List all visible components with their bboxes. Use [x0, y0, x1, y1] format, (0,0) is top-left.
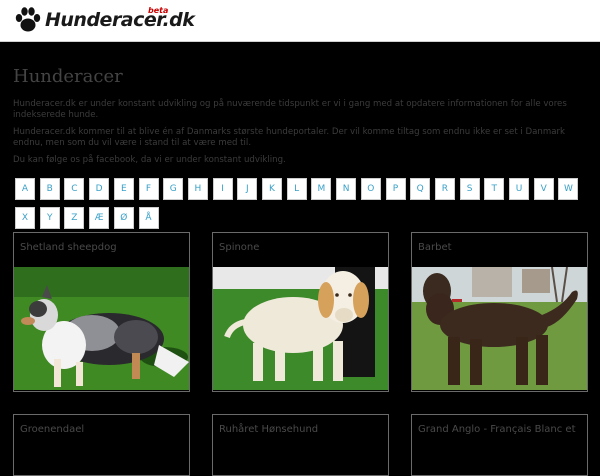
- letter-link-i[interactable]: I: [212, 178, 233, 200]
- letter-link-m[interactable]: M: [311, 178, 332, 200]
- site-logo[interactable]: Hunderacer.dk: [45, 9, 195, 31]
- letter-link-k[interactable]: K: [262, 178, 282, 200]
- letter-link-w[interactable]: W: [558, 178, 579, 200]
- breed-photo[interactable]: [213, 267, 388, 390]
- breed-card-shetland-sheepdog[interactable]: Shetland sheepdog: [13, 232, 190, 392]
- letter-link-r[interactable]: R: [434, 178, 455, 200]
- breed-name[interactable]: Groenendael: [20, 424, 84, 435]
- top-bar: Hunderacer.dk beta: [0, 0, 600, 42]
- breed-name[interactable]: Ruhåret Hønsehund: [219, 424, 318, 435]
- letter-link-g[interactable]: G: [163, 178, 184, 200]
- breed-card-spinone[interactable]: Spinone: [212, 232, 389, 392]
- letter-link-d[interactable]: D: [89, 178, 110, 200]
- intro-paragraph-2: Hunderacer.dk kommer til at blive én af …: [13, 127, 566, 148]
- letter-link-h[interactable]: H: [187, 178, 208, 200]
- letter-link-b[interactable]: B: [39, 178, 60, 200]
- letter-link-a[interactable]: A: [15, 178, 35, 200]
- paw-icon: [15, 7, 41, 32]
- breed-card-barbet[interactable]: Barbet: [411, 232, 588, 392]
- letter-link-t[interactable]: T: [484, 178, 505, 200]
- breed-name[interactable]: Grand Anglo - Français Blanc et: [418, 424, 576, 435]
- letter-link-l[interactable]: L: [286, 178, 307, 200]
- letter-link-z[interactable]: Z: [64, 207, 85, 229]
- letter-link-c[interactable]: C: [64, 178, 85, 200]
- letter-link-o[interactable]: O: [360, 178, 381, 200]
- breed-photo[interactable]: [14, 267, 189, 390]
- beta-badge: beta: [148, 6, 169, 15]
- intro-paragraph-1: Hunderacer.dk er under konstant udviklin…: [13, 99, 567, 120]
- letter-link-n[interactable]: N: [336, 178, 357, 200]
- breed-card-grand-anglo-francais[interactable]: Grand Anglo - Français Blanc et: [411, 414, 588, 476]
- letter-link-p[interactable]: P: [385, 178, 406, 200]
- letter-link-oe[interactable]: Ø: [113, 207, 134, 229]
- letter-link-u[interactable]: U: [509, 178, 529, 200]
- letter-link-x[interactable]: X: [15, 207, 35, 229]
- letter-link-ae[interactable]: Æ: [89, 207, 110, 229]
- letter-link-aa[interactable]: Å: [138, 207, 159, 229]
- breed-card-ruharet-honsehund[interactable]: Ruhåret Hønsehund: [212, 414, 389, 476]
- letter-link-e[interactable]: E: [113, 178, 134, 200]
- letter-link-v[interactable]: V: [533, 178, 554, 200]
- letter-link-j[interactable]: J: [237, 178, 258, 200]
- letter-link-y[interactable]: Y: [39, 207, 60, 229]
- letter-link-s[interactable]: S: [459, 178, 480, 200]
- breed-name[interactable]: Barbet: [418, 242, 452, 253]
- breed-card-groenendael[interactable]: Groenendael: [13, 414, 190, 476]
- page-title: Hunderacer: [13, 66, 123, 87]
- breed-name[interactable]: Shetland sheepdog: [20, 242, 117, 253]
- breed-photo[interactable]: [412, 267, 587, 390]
- letter-link-f[interactable]: F: [138, 178, 159, 200]
- intro-paragraph-3: Du kan følge os på facebook, da vi er un…: [13, 155, 286, 165]
- letter-link-q[interactable]: Q: [410, 178, 431, 200]
- breed-name[interactable]: Spinone: [219, 242, 259, 253]
